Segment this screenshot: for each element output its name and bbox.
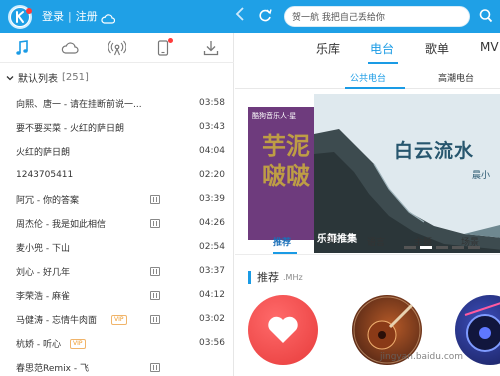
- song-row[interactable]: 杭娇 - 听心 VIP 03:56: [0, 331, 234, 355]
- tab-public-radio[interactable]: 公共电台: [350, 71, 386, 84]
- kugou-app-window: 登录 | 注册 贺一航 我把自己丢给你 默认列表 [251] 向熙、唐一 - 请…: [0, 0, 500, 376]
- mv-icon[interactable]: [150, 195, 160, 204]
- banner-side-text: 芋泥 啵啵: [262, 131, 310, 190]
- song-duration: 04:12: [199, 290, 225, 300]
- song-title: 阿冗 - 你的答案: [16, 195, 79, 206]
- song-row[interactable]: 阿冗 - 你的答案 03:39: [0, 187, 234, 211]
- radio-tile-heart[interactable]: [248, 295, 318, 365]
- mv-icon[interactable]: [150, 291, 160, 300]
- section-subtitle: .MHz: [283, 272, 303, 282]
- song-row[interactable]: 向熙、唐一 - 请在挂断前说一... 03:58: [0, 91, 234, 115]
- tab-theme[interactable]: 主题: [414, 235, 432, 248]
- register-link[interactable]: 注册: [76, 8, 98, 24]
- song-row[interactable]: 要不要买菜 - 火红的萨日朗 03:43: [0, 115, 234, 139]
- tab-library[interactable]: 乐库: [316, 40, 340, 57]
- vip-badge: VIP: [111, 315, 127, 325]
- song-duration: 03:43: [199, 122, 225, 132]
- vip-badge: VIP: [70, 339, 86, 349]
- category-tabs: 推荐 DJ 语言 主题 场景: [235, 229, 500, 255]
- main-panel: 乐库 电台 歌单 MV 公共电台 高潮电台 酷狗音乐人·星 芋泥 啵啵 白云流水: [235, 33, 500, 376]
- song-row[interactable]: 周杰伦 - 我是如此相信 04:26: [0, 211, 234, 235]
- active-category-underline: [273, 252, 297, 254]
- song-row[interactable]: 春思范Remix - 飞: [0, 355, 234, 376]
- song-title: 火红的萨日朗: [16, 147, 71, 158]
- song-title: 向熙、唐一 - 请在挂断前说一...: [16, 99, 142, 110]
- watermark-text: jingyan.baidu.com: [380, 352, 464, 362]
- tab-playlists[interactable]: 歌单: [425, 40, 449, 57]
- search-icon[interactable]: [479, 8, 493, 28]
- song-duration: 03:02: [199, 314, 225, 324]
- song-title: 马健涛 - 忘情牛肉面: [16, 315, 97, 326]
- mv-icon[interactable]: [150, 315, 160, 324]
- section-title: 推荐: [257, 271, 279, 284]
- song-duration: 03:37: [199, 266, 225, 276]
- music-note-icon[interactable]: [12, 39, 32, 57]
- heart-icon: [268, 316, 298, 343]
- song-duration: 02:54: [199, 242, 225, 252]
- song-duration: 04:26: [199, 218, 225, 228]
- search-input[interactable]: 贺一航 我把自己丢给你: [284, 6, 470, 27]
- song-title: 李荣浩 - 麻雀: [16, 291, 70, 302]
- active-subtab-underline: [345, 87, 405, 89]
- tab-climax-radio[interactable]: 高潮电台: [438, 71, 474, 84]
- song-title: 杭娇 - 听心: [16, 339, 61, 350]
- song-row[interactable]: 马健涛 - 忘情牛肉面 VIP 03:02: [0, 307, 234, 331]
- radio-icon[interactable]: [107, 39, 127, 57]
- song-duration: 04:04: [199, 146, 225, 156]
- sidebar-tabs: [0, 33, 234, 63]
- song-row[interactable]: 1243705411 02:20: [0, 163, 234, 187]
- mv-icon[interactable]: [150, 219, 160, 228]
- refresh-icon[interactable]: [258, 7, 272, 27]
- mv-icon[interactable]: [150, 363, 160, 372]
- song-title: 麦小兜 - 下山: [16, 243, 70, 254]
- phone-icon[interactable]: [153, 38, 173, 57]
- playlist-count: [251]: [62, 72, 89, 83]
- tab-radio[interactable]: 电台: [370, 40, 394, 57]
- song-duration: 03:58: [199, 98, 225, 108]
- login-link[interactable]: 登录: [42, 8, 64, 24]
- playlist-header[interactable]: 默认列表 [251]: [6, 70, 89, 85]
- banner-subtitle: 晨小: [472, 171, 491, 181]
- title-bar: 登录 | 注册 贺一航 我把自己丢给你: [0, 0, 500, 33]
- tab-dj[interactable]: DJ: [325, 235, 335, 245]
- notification-dot: [26, 8, 32, 14]
- tab-mv[interactable]: MV: [480, 40, 499, 54]
- login-separator: |: [68, 9, 72, 23]
- song-row[interactable]: 李荣浩 - 麻雀 04:12: [0, 283, 234, 307]
- cloud-icon[interactable]: [101, 9, 116, 28]
- song-title: 周杰伦 - 我是如此相信: [16, 219, 106, 230]
- login-area: 登录 | 注册: [42, 8, 98, 24]
- song-row[interactable]: 火红的萨日朗 04:04: [0, 139, 234, 163]
- song-title: 刘心 - 好几年: [16, 267, 70, 278]
- back-arrow-icon[interactable]: [235, 7, 245, 25]
- song-duration: 03:56: [199, 338, 225, 348]
- song-title: 1243705411: [16, 170, 74, 180]
- song-row[interactable]: 麦小兜 - 下山 02:54: [0, 235, 234, 259]
- download-icon[interactable]: [201, 39, 221, 57]
- sidebar: 默认列表 [251] 向熙、唐一 - 请在挂断前说一... 03:58 要不要买…: [0, 33, 234, 376]
- recommend-section-header: 推荐 .MHz: [248, 269, 303, 285]
- song-title: 要不要买菜 - 火红的萨日朗: [16, 123, 124, 134]
- cloud-icon[interactable]: [60, 39, 80, 57]
- section-accent-bar: [248, 270, 251, 284]
- banner-side-caption: 酷狗音乐人·星: [252, 112, 297, 120]
- playlist-title: 默认列表: [18, 74, 58, 85]
- app-logo[interactable]: [8, 5, 32, 29]
- top-tabs: 乐库 电台 歌单 MV: [235, 33, 500, 64]
- song-row[interactable]: 刘心 - 好几年 03:37: [0, 259, 234, 283]
- sub-tabs: 公共电台 高潮电台: [235, 64, 500, 89]
- chevron-down-icon: [6, 75, 14, 80]
- banner-side-card[interactable]: 酷狗音乐人·星 芋泥 啵啵: [248, 107, 314, 240]
- mv-icon[interactable]: [150, 267, 160, 276]
- tab-scene[interactable]: 场景: [461, 235, 479, 248]
- banner-title: 白云流水: [394, 140, 475, 162]
- tab-language[interactable]: 语言: [367, 235, 385, 248]
- tab-recommend[interactable]: 推荐: [273, 235, 291, 248]
- notification-dot: [168, 38, 173, 43]
- song-duration: 02:20: [199, 170, 225, 180]
- song-title: 春思范Remix - 飞: [16, 363, 89, 374]
- song-duration: 03:39: [199, 194, 225, 204]
